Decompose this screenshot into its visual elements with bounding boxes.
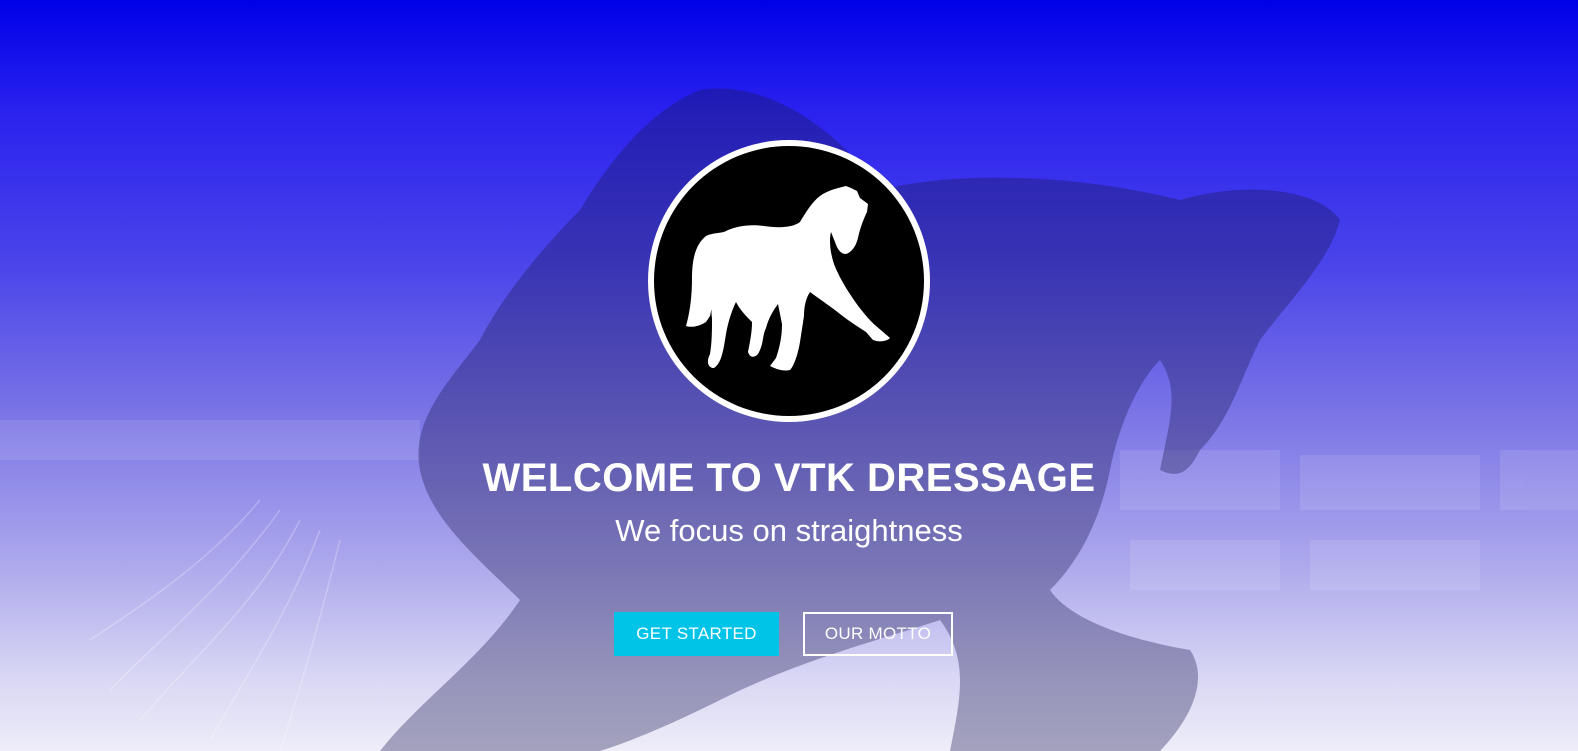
logo-circle <box>654 146 924 416</box>
hero-content: WELCOME TO VTK DRESSAGE We focus on stra… <box>0 0 1578 751</box>
horse-icon <box>686 186 890 371</box>
our-motto-button[interactable]: OUR MOTTO <box>803 612 953 656</box>
page-subtitle: We focus on straightness <box>615 513 963 548</box>
get-started-button[interactable]: GET STARTED <box>614 612 779 656</box>
logo-badge <box>648 140 930 422</box>
page-title: WELCOME TO VTK DRESSAGE <box>482 456 1096 500</box>
hero-section: WELCOME TO VTK DRESSAGE We focus on stra… <box>0 0 1578 751</box>
